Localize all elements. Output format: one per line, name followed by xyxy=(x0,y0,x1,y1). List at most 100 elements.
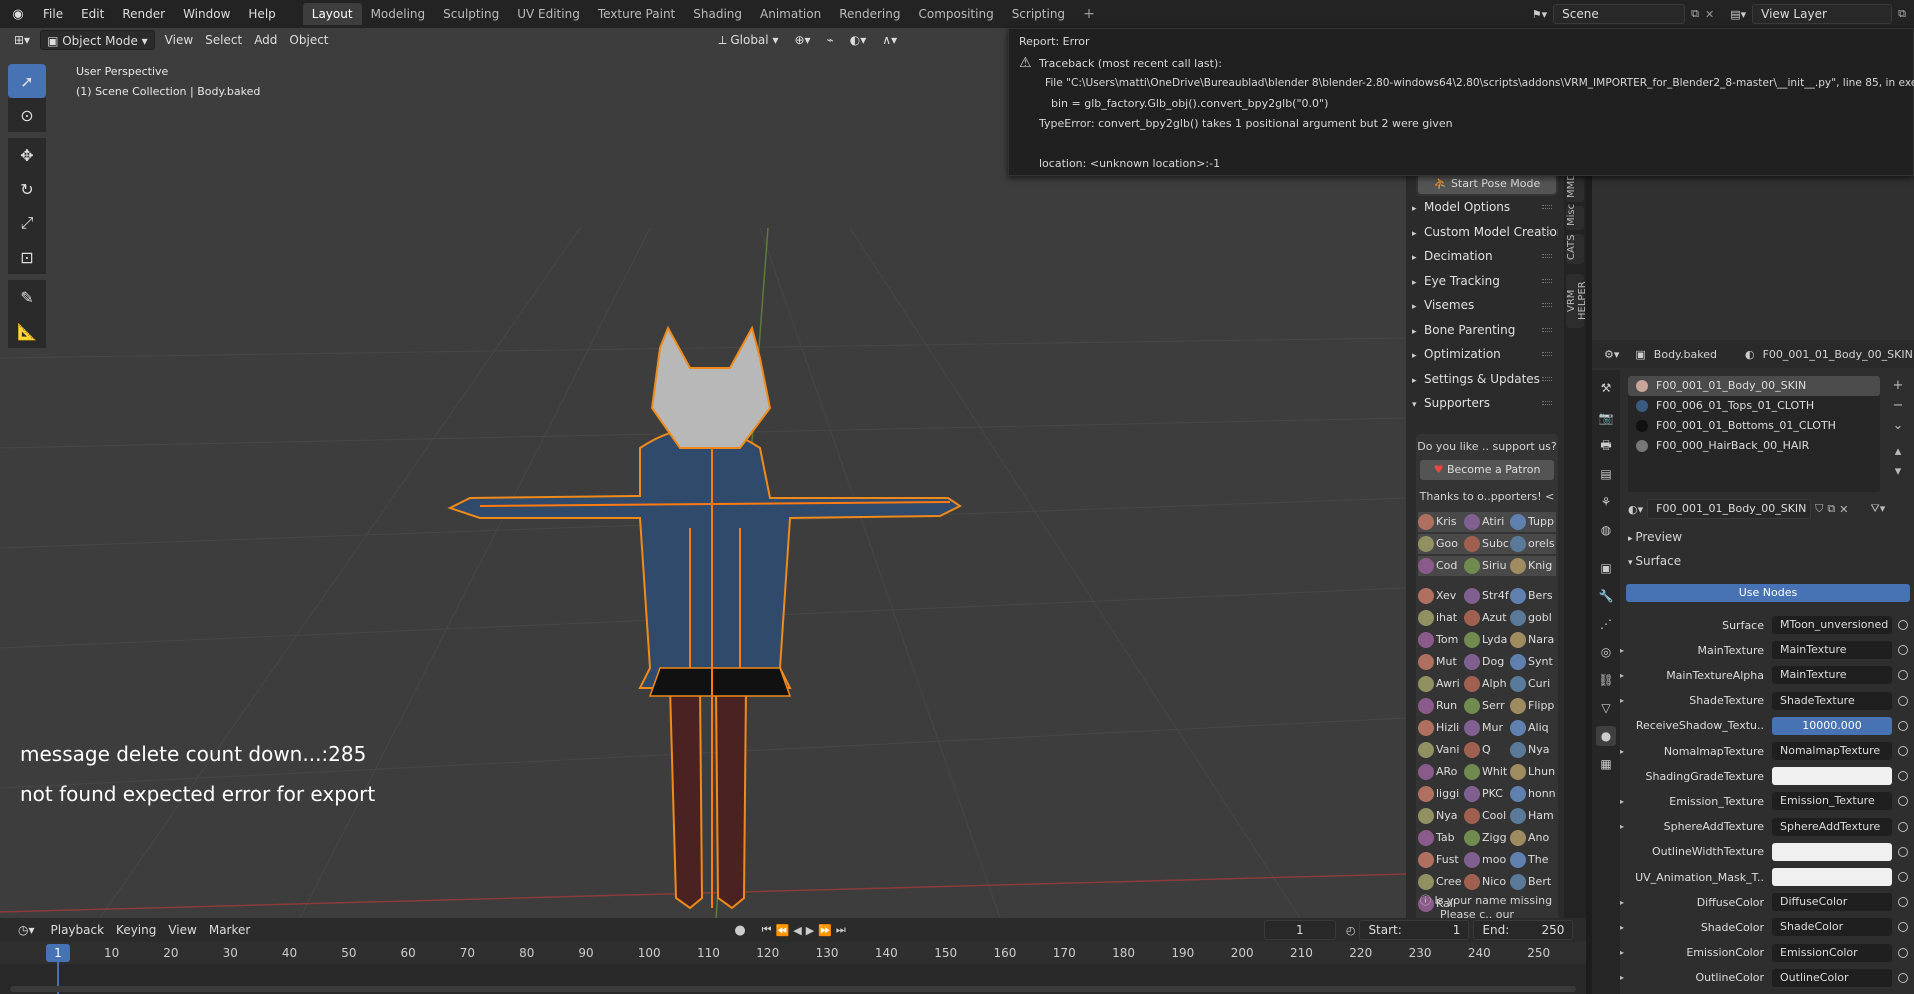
property-value[interactable] xyxy=(1772,868,1892,886)
sidebar-tab-mmd[interactable]: MMD xyxy=(1566,173,1584,202)
tab-uv-editing[interactable]: UV Editing xyxy=(508,3,589,25)
link-socket-icon[interactable] xyxy=(1898,972,1908,983)
property-value[interactable]: MainTexture xyxy=(1772,641,1892,660)
link-socket-icon[interactable] xyxy=(1898,746,1908,756)
jump-start-icon[interactable]: ⏮ xyxy=(762,923,772,937)
tab-compositing[interactable]: Compositing xyxy=(909,3,1002,25)
link-socket-icon[interactable] xyxy=(1898,922,1908,933)
start-frame-field[interactable]: Start: 1 xyxy=(1359,920,1470,940)
tool-icon[interactable]: ⚒ xyxy=(1596,378,1616,398)
texture-icon[interactable]: ▦ xyxy=(1596,754,1616,774)
viewport-menu-select[interactable]: Select xyxy=(199,30,248,50)
playhead[interactable]: 1 xyxy=(46,944,70,962)
link-socket-icon[interactable] xyxy=(1898,695,1908,706)
browse-material-icon[interactable]: ◐▾ xyxy=(1628,503,1643,516)
link-socket-icon[interactable] xyxy=(1898,670,1908,681)
scene-icon[interactable]: ⚑▾ xyxy=(1532,8,1547,21)
timeline-menu-keying[interactable]: Keying xyxy=(110,920,162,940)
expand-arrow-icon[interactable]: ▸ xyxy=(1620,797,1624,806)
tab-animation[interactable]: Animation xyxy=(751,3,830,25)
render-icon[interactable]: 📷 xyxy=(1596,408,1616,428)
timeline-scrollbar[interactable] xyxy=(10,986,1576,992)
next-key-icon[interactable]: ⏩ xyxy=(818,924,832,937)
timeline-menu-marker[interactable]: Marker xyxy=(203,920,256,940)
current-frame-field[interactable]: 1 xyxy=(1263,920,1336,940)
timeline-menu-playback[interactable]: Playback xyxy=(45,920,111,940)
sidebar-tab-cats[interactable]: CATS xyxy=(1566,234,1584,264)
link-socket-icon[interactable] xyxy=(1898,947,1908,958)
link-socket-icon[interactable] xyxy=(1898,846,1908,857)
view-layer-tab-icon[interactable]: ▤ xyxy=(1596,464,1616,484)
drag-handle-icon[interactable] xyxy=(1542,303,1552,307)
move-icon[interactable]: ✥ xyxy=(8,138,46,172)
drag-handle-icon[interactable] xyxy=(1542,352,1552,356)
material-slot[interactable]: F00_006_01_Tops_01_CLOTH xyxy=(1628,396,1880,416)
object-icon[interactable]: ▣ xyxy=(1596,558,1616,578)
properties-editor-icon[interactable]: ⚙▾ xyxy=(1604,348,1619,361)
slot-menu-icon[interactable]: ⌄ xyxy=(1888,416,1908,436)
material-slot[interactable]: F00_001_01_Body_00_SKIN xyxy=(1628,376,1880,396)
link-socket-icon[interactable] xyxy=(1898,796,1908,807)
expand-arrow-icon[interactable]: ▸ xyxy=(1620,646,1624,655)
section-eye-tracking[interactable]: ▸ Eye Tracking xyxy=(1412,270,1558,292)
drag-handle-icon[interactable] xyxy=(1542,401,1552,405)
fake-user-icon[interactable]: ⛉ xyxy=(1815,502,1823,516)
view-layer-icon[interactable]: ▤▾ xyxy=(1730,8,1746,21)
move-up-icon[interactable]: ▴ xyxy=(1888,442,1908,462)
section-bone-parenting[interactable]: ▸ Bone Parenting xyxy=(1412,319,1558,341)
property-value[interactable]: MainTexture xyxy=(1772,666,1892,685)
menu-render[interactable]: Render xyxy=(113,0,174,28)
material-slot[interactable]: F00_000_HairBack_00_HAIR xyxy=(1628,436,1880,456)
drag-handle-icon[interactable] xyxy=(1542,205,1552,209)
falloff-icon[interactable]: ∧▾ xyxy=(876,30,903,50)
link-socket-icon[interactable] xyxy=(1898,872,1908,882)
copy-material-icon[interactable]: ⧉ xyxy=(1827,502,1835,516)
property-value[interactable] xyxy=(1772,842,1892,861)
timeline-editor-icon[interactable]: ◷▾ xyxy=(12,920,41,940)
tab-sculpting[interactable]: Sculpting xyxy=(434,3,508,25)
property-value[interactable]: OutlineColor xyxy=(1772,968,1892,987)
property-value[interactable]: 10000.000 xyxy=(1772,716,1892,735)
drag-handle-icon[interactable] xyxy=(1542,278,1552,283)
drag-handle-icon[interactable] xyxy=(1542,376,1552,381)
property-value[interactable]: NomalmapTexture xyxy=(1772,742,1892,760)
menu-file[interactable]: File xyxy=(34,0,72,28)
viewport-menu-add[interactable]: Add xyxy=(248,30,283,50)
drag-handle-icon[interactable] xyxy=(1542,254,1552,258)
physics-icon[interactable]: ◎ xyxy=(1596,642,1616,662)
data-icon[interactable]: ▽ xyxy=(1596,698,1616,718)
view-layer-field[interactable]: View Layer xyxy=(1752,4,1893,24)
record-icon[interactable]: ● xyxy=(734,923,745,938)
menu-help[interactable]: Help xyxy=(239,0,284,28)
measure-icon[interactable]: 📐 xyxy=(8,314,46,348)
expand-arrow-icon[interactable]: ▸ xyxy=(1620,696,1624,705)
transform-icon[interactable]: ⊡ xyxy=(8,240,46,274)
tab-scripting[interactable]: Scripting xyxy=(1003,3,1074,25)
scene-field[interactable]: Scene xyxy=(1553,4,1686,24)
annotate-icon[interactable]: ✎ xyxy=(8,280,46,314)
link-socket-icon[interactable] xyxy=(1898,645,1908,656)
property-value[interactable]: MToon_unversioned xyxy=(1772,616,1892,634)
material-field[interactable]: F00_001_01_Body_00_SKIN xyxy=(1647,499,1812,519)
select-box-icon[interactable]: ➚ xyxy=(8,64,46,98)
become-patron-button[interactable]: ♥ Become a Patron xyxy=(1420,460,1554,480)
section-supporters[interactable]: ▾ Supporters xyxy=(1412,392,1558,414)
add-workspace-button[interactable]: + xyxy=(1074,3,1104,25)
expand-arrow-icon[interactable]: ▸ xyxy=(1620,973,1624,982)
remove-slot-icon[interactable]: − xyxy=(1888,396,1908,416)
output-icon[interactable]: 🖶 xyxy=(1596,436,1616,456)
close-icon[interactable]: ✕ xyxy=(1705,8,1714,21)
expand-arrow-icon[interactable]: ▸ xyxy=(1620,822,1624,831)
section-model-options[interactable]: ▸ Model Options xyxy=(1412,196,1558,218)
property-value[interactable] xyxy=(1772,767,1892,786)
property-value[interactable]: Emission_Texture xyxy=(1772,792,1892,811)
expand-arrow-icon[interactable]: ▸ xyxy=(1620,948,1624,957)
copy-icon[interactable]: ⧉ xyxy=(1898,7,1906,21)
expand-arrow-icon[interactable]: ▸ xyxy=(1620,747,1624,756)
drag-handle-icon[interactable] xyxy=(1542,229,1552,234)
section-visemes[interactable]: ▸ Visemes xyxy=(1412,294,1558,316)
link-socket-icon[interactable] xyxy=(1898,720,1908,731)
tab-modeling[interactable]: Modeling xyxy=(362,3,435,25)
end-frame-field[interactable]: End: 250 xyxy=(1473,920,1574,940)
tab-layout[interactable]: Layout xyxy=(302,3,362,25)
